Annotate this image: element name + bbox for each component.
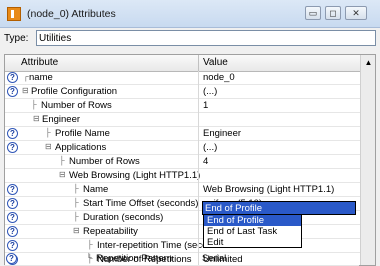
attr-value[interactable]: 4 [203,156,208,167]
row-name[interactable]: ? ┌ name node_0 [5,71,360,85]
row-profile-name[interactable]: ? ├ Profile Name Engineer [5,127,360,141]
row-repeatability[interactable]: ? ⊟ Repeatability [5,225,360,239]
attr-label: Repeatability [83,226,138,237]
row-profile-configuration[interactable]: ? ⊟ Profile Configuration (...) [5,85,360,99]
row-name-2[interactable]: ? ├ Name Web Browsing (Light HTTP1.1) [5,183,360,197]
row-web-browsing[interactable]: ⊟ Web Browsing (Light HTTP1.1) [5,169,360,183]
row-number-of-rows-2[interactable]: ├ Number of Rows 4 [5,155,360,169]
help-icon[interactable]: ? [7,198,18,209]
row-inter-repetition-time[interactable]: ? ├ Inter-repetition Time (secon... [5,239,360,253]
attr-value[interactable]: 1 [203,100,208,111]
window-title: (node_0) Attributes [27,8,116,20]
attr-value[interactable]: Engineer [203,128,241,139]
option-end-of-profile[interactable]: End of Profile [204,215,301,226]
type-bar: Type: Utilities [0,28,380,50]
row-engineer[interactable]: ⊟ Engineer [5,113,360,127]
help-icon[interactable]: ? [7,72,18,83]
attr-value[interactable]: (...) [203,142,217,153]
column-header-attribute[interactable]: Attribute [21,57,58,68]
attr-label: Engineer [42,114,81,125]
attr-label: Profile Configuration [31,86,118,97]
help-icon[interactable]: ? [6,253,17,264]
attr-value[interactable]: (...) [203,86,217,97]
attr-label: Profile Name [55,128,110,139]
attr-value[interactable]: node_0 [203,72,235,83]
attr-label: Web Browsing (Light HTTP1.1) [69,170,201,181]
scroll-up-arrow-icon[interactable]: ▲ [361,55,375,70]
row-applications[interactable]: ? ⊟ Applications (...) [5,141,360,155]
option-edit[interactable]: Edit [204,237,301,248]
type-field[interactable]: Utilities [36,30,376,46]
type-label: Type: [4,33,29,44]
help-icon[interactable]: ? [7,240,18,251]
duration-dropdown-list: End of Profile End of Last Task Edit [203,214,302,248]
attr-label: Repetition Pattern [96,253,173,264]
row-repetition-pattern[interactable]: ? └ Repetition Pattern Serial [4,252,359,266]
help-icon[interactable]: ? [7,128,18,139]
column-header-value[interactable]: Value [203,57,228,68]
maximize-button[interactable]: ◻ [325,6,341,20]
close-button[interactable]: ✕ [345,6,367,20]
attr-label: Number of Rows [69,156,140,167]
help-icon[interactable]: ? [7,226,18,237]
attr-value[interactable]: Serial [202,253,226,264]
help-icon[interactable]: ? [7,212,18,223]
attr-label: Name [83,184,109,195]
row-number-of-rows[interactable]: ├ Number of Rows 1 [5,99,360,113]
help-icon[interactable]: ? [7,86,18,97]
attr-label: Applications [55,142,107,153]
title-bar: (node_0) Attributes ▭ ◻ ✕ [0,0,380,28]
vertical-scrollbar[interactable]: ▲ [360,55,375,265]
help-icon[interactable]: ? [7,184,18,195]
app-icon [7,7,21,21]
minimize-button[interactable]: ▭ [305,6,321,20]
grid-header: Attribute Value [5,55,360,72]
attr-label: Start Time Offset (seconds) [83,198,199,209]
option-end-of-last-task[interactable]: End of Last Task [204,226,301,237]
help-icon[interactable]: ? [7,142,18,153]
attr-label: Duration (seconds) [83,212,164,223]
attr-value[interactable]: Web Browsing (Light HTTP1.1) [203,184,334,195]
duration-dropdown[interactable]: End of Profile [202,201,356,215]
attribute-grid: Attribute Value ? ┌ name node_0 ? ⊟ Prof… [4,54,376,266]
attr-label: Number of Rows [41,100,112,111]
attr-label: name [29,72,53,83]
